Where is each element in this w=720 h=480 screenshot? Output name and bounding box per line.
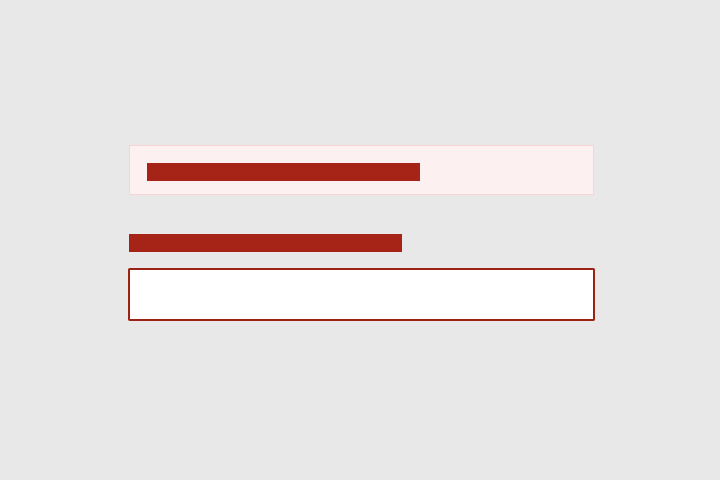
text-input-field[interactable] (128, 268, 595, 321)
field-error-label-redacted (129, 234, 402, 252)
error-message-redacted (147, 163, 420, 181)
error-summary-banner (129, 145, 594, 195)
